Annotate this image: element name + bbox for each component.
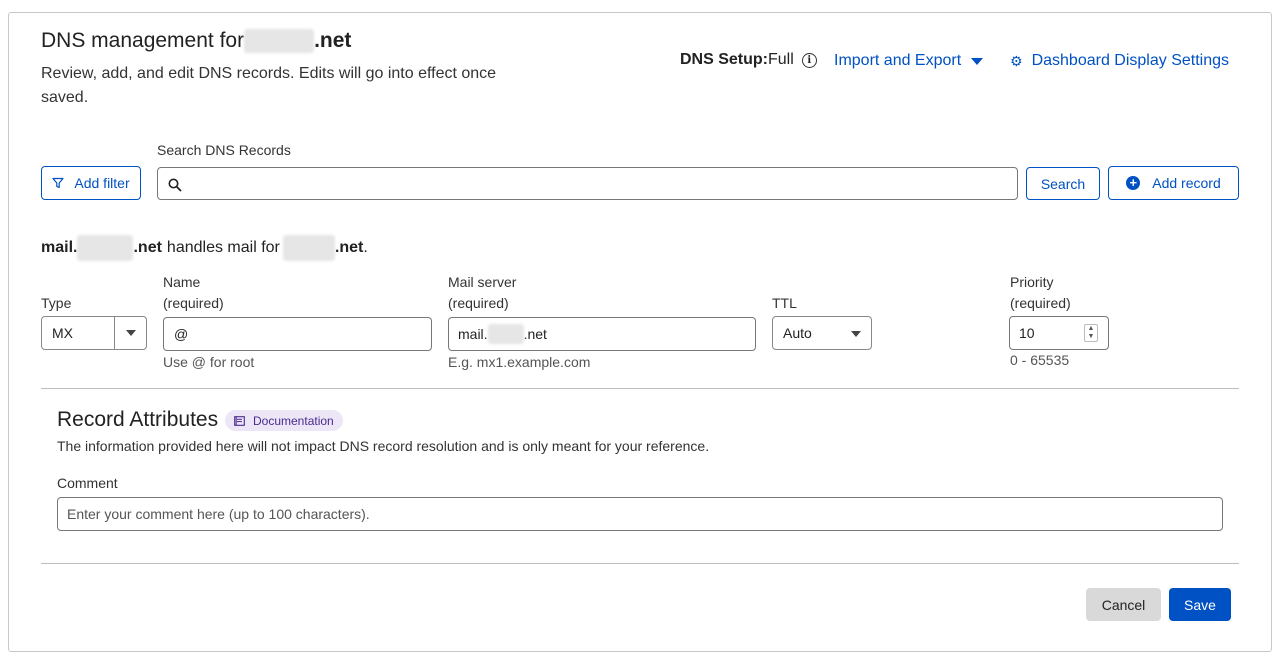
filter-icon	[52, 177, 64, 189]
priority-required-text: (required)	[1010, 295, 1071, 311]
add-record-button[interactable]: + Add record	[1108, 166, 1239, 200]
save-button[interactable]: Save	[1169, 588, 1231, 621]
dashboard-settings-label: Dashboard Display Settings	[1031, 52, 1229, 69]
type-select[interactable]: MX	[41, 316, 147, 350]
name-label: Name (required)	[163, 272, 224, 314]
redacted-domain	[282, 235, 335, 261]
mail-handler-summary: mail. .net handles mail for .net.	[41, 235, 368, 261]
import-export-dropdown[interactable]: Import and Export	[834, 52, 984, 70]
dns-setup-status: DNS Setup: Full i	[680, 51, 817, 69]
divider	[41, 563, 1239, 564]
search-icon	[168, 178, 182, 192]
comment-label: Comment	[57, 475, 118, 491]
redacted-domain	[77, 235, 134, 261]
mail-line-period: .	[363, 239, 368, 256]
mail-server-hint: E.g. mx1.example.com	[448, 354, 591, 370]
dns-setup-value: Full	[768, 51, 794, 68]
stepper-down-icon[interactable]: ▼	[1088, 333, 1095, 341]
type-dropdown-toggle[interactable]	[114, 317, 146, 349]
name-input[interactable]: @	[163, 317, 432, 351]
add-filter-button[interactable]: Add filter	[41, 166, 141, 200]
redacted-domain	[244, 29, 315, 54]
priority-label: Priority (required)	[1010, 272, 1071, 314]
record-attributes-title: Record Attributes	[57, 408, 219, 431]
page-title-suffix: .net	[314, 29, 352, 52]
plus-circle-icon: +	[1126, 176, 1141, 190]
number-stepper[interactable]: ▲ ▼	[1084, 324, 1098, 342]
priority-label-text: Priority	[1010, 274, 1054, 290]
page-title: DNS management for .net	[41, 29, 352, 54]
mail-host-prefix: mail.	[41, 239, 78, 256]
page-title-prefix: DNS management for	[41, 29, 245, 52]
comment-input[interactable]: Enter your comment here (up to 100 chara…	[57, 497, 1223, 531]
page-subtitle: Review, add, and edit DNS records. Edits…	[41, 65, 497, 106]
info-icon[interactable]: i	[801, 52, 817, 68]
dns-setup-label: DNS Setup:	[680, 51, 768, 68]
type-label: Type	[41, 295, 72, 311]
mail-server-required-text: (required)	[448, 295, 509, 311]
record-attributes-description: The information provided here will not i…	[57, 438, 710, 454]
mail-handles-text: handles mail for	[166, 239, 280, 256]
mail-server-prefix: mail.	[458, 326, 488, 342]
book-icon	[234, 415, 245, 426]
name-label-text: Name	[163, 274, 201, 290]
dashboard-display-settings-link[interactable]: ⚙ Dashboard Display Settings	[1010, 52, 1229, 70]
chevron-down-icon	[125, 330, 136, 336]
type-value: MX	[52, 325, 73, 341]
mail-server-input[interactable]: mail. .net	[448, 317, 756, 351]
add-filter-label: Add filter	[74, 175, 130, 191]
add-record-label: Add record	[1152, 175, 1221, 191]
cancel-label: Cancel	[1101, 596, 1146, 613]
search-button-label: Search	[1040, 175, 1086, 192]
ttl-value: Auto	[783, 325, 812, 341]
name-required-text: (required)	[163, 295, 224, 311]
comment-placeholder: Enter your comment here (up to 100 chara…	[67, 506, 370, 522]
divider	[41, 388, 1239, 389]
save-label: Save	[1184, 596, 1216, 613]
gear-icon: ⚙	[1010, 52, 1023, 69]
name-hint: Use @ for root	[163, 354, 255, 370]
mail-domain-suffix: .net	[334, 239, 364, 256]
search-label: Search DNS Records	[157, 142, 291, 158]
ttl-label: TTL	[772, 295, 797, 311]
mail-host-suffix: .net	[133, 239, 162, 256]
name-value: @	[174, 326, 189, 342]
priority-value: 10	[1019, 325, 1035, 341]
search-input[interactable]	[157, 167, 1018, 200]
stepper-up-icon[interactable]: ▲	[1088, 325, 1095, 333]
chevron-down-icon	[851, 331, 861, 337]
search-button[interactable]: Search	[1026, 167, 1100, 200]
mail-server-label-text: Mail server	[448, 274, 517, 290]
ttl-select[interactable]: Auto	[772, 316, 872, 350]
priority-hint: 0 - 65535	[1010, 352, 1070, 368]
import-export-label: Import and Export	[834, 52, 962, 69]
priority-input[interactable]: 10 ▲ ▼	[1009, 316, 1109, 350]
redacted-domain	[487, 324, 524, 344]
documentation-badge[interactable]: Documentation	[225, 410, 343, 431]
caret-down-icon	[971, 57, 984, 65]
documentation-label: Documentation	[253, 413, 334, 428]
mail-server-label: Mail server (required)	[448, 272, 516, 314]
cancel-button[interactable]: Cancel	[1086, 588, 1161, 621]
mail-server-suffix: .net	[523, 326, 547, 342]
